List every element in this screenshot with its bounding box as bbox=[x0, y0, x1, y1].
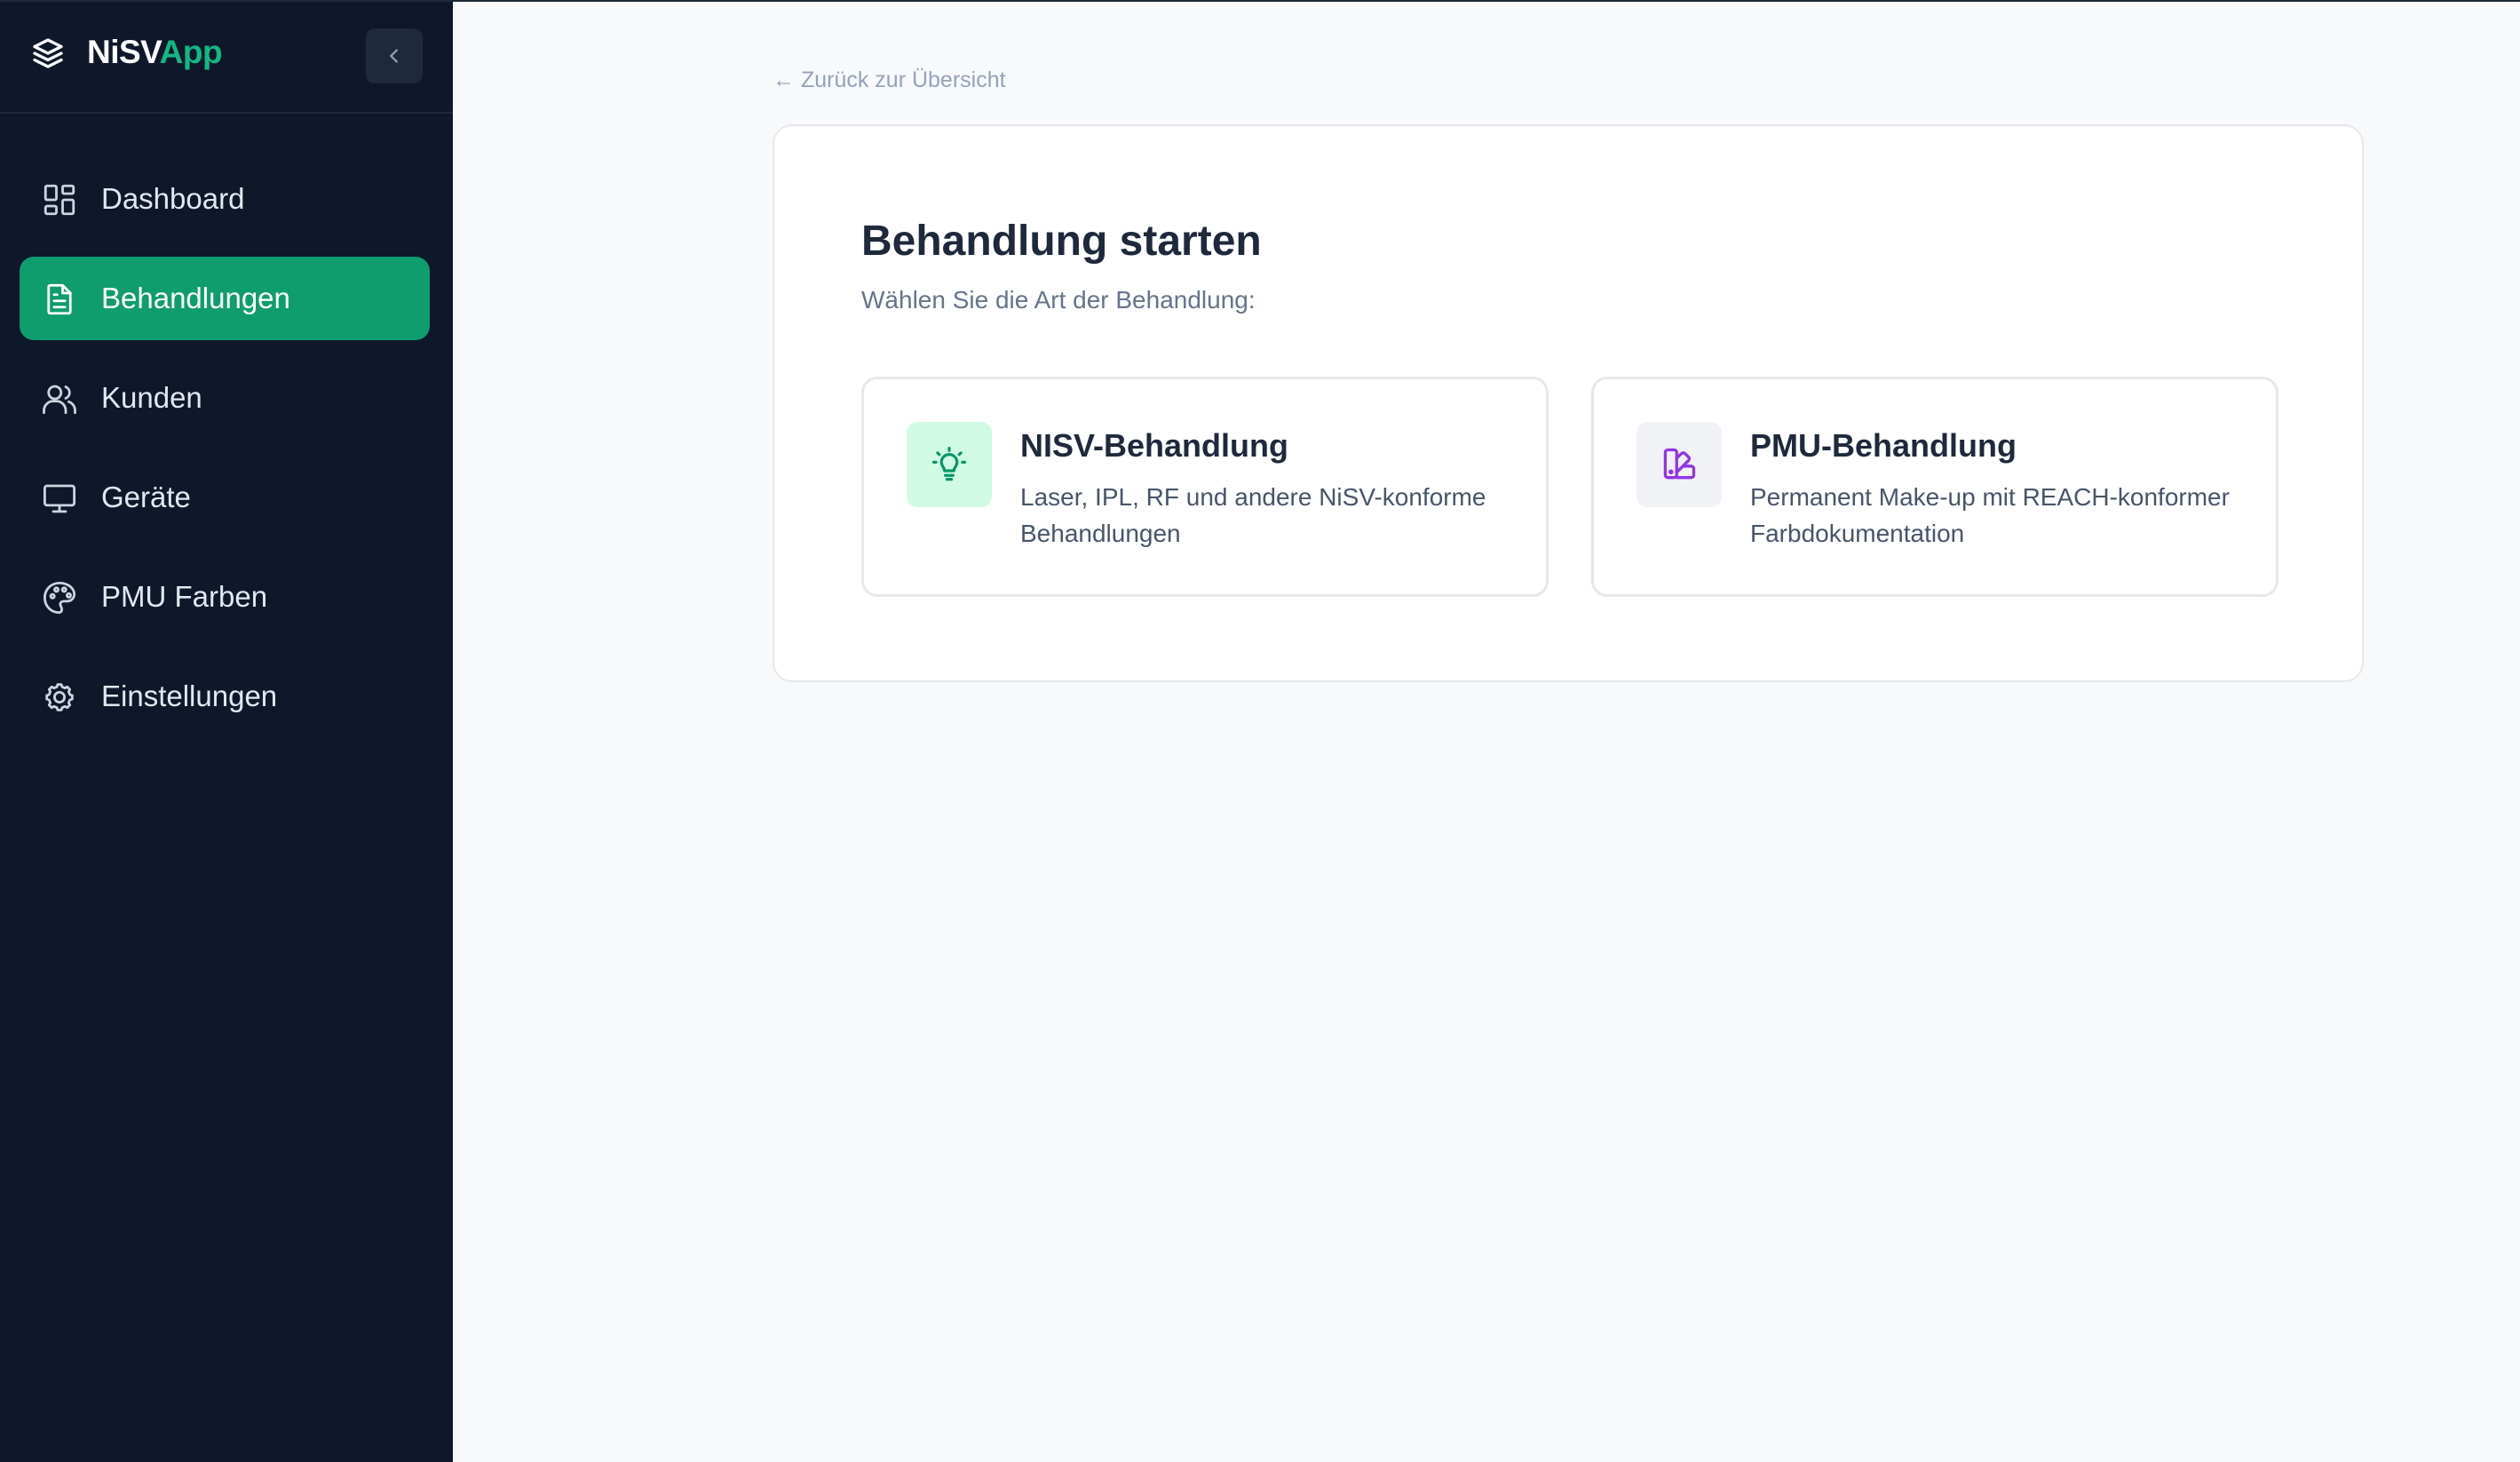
nisv-treatment-option[interactable]: NISV-Behandlung Laser, IPL, RF und ander… bbox=[861, 377, 1549, 597]
monitor-icon bbox=[43, 484, 76, 513]
sidebar-item-label: PMU Farben bbox=[101, 580, 268, 613]
users-icon bbox=[43, 385, 76, 415]
option-description: Permanent Make-up mit REACH-konformer Fa… bbox=[1750, 483, 2230, 547]
sidebar-item-label: Geräte bbox=[101, 481, 191, 513]
dashboard-icon bbox=[44, 184, 75, 216]
gear-icon bbox=[45, 683, 74, 711]
brand-main: NiSV bbox=[87, 34, 160, 70]
brand-header: NiSVApp bbox=[0, 0, 453, 114]
sidebar-item-einstellungen[interactable]: Einstellungen bbox=[20, 655, 430, 738]
sidebar-item-label: Einstellungen bbox=[101, 679, 278, 712]
sidebar-item-kunden[interactable]: Kunden bbox=[20, 356, 430, 440]
option-title: NISV-Behandlung bbox=[1020, 427, 1289, 464]
sidebar: NiSVApp Dashboard Behandlungen Kunden Ge… bbox=[0, 0, 453, 1462]
sidebar-item-label: Behandlungen bbox=[101, 282, 290, 314]
sidebar-item-geraete[interactable]: Geräte bbox=[20, 456, 430, 539]
sidebar-item-behandlungen[interactable]: Behandlungen bbox=[20, 257, 430, 340]
chevron-left-icon bbox=[390, 49, 398, 63]
layers-icon bbox=[33, 38, 63, 68]
sidebar-item-dashboard[interactable]: Dashboard bbox=[20, 157, 430, 241]
pmu-treatment-option[interactable]: PMU-Behandlung Permanent Make-up mit REA… bbox=[1591, 377, 2278, 597]
nisv-icon-tile bbox=[907, 422, 992, 507]
brand-accent: App bbox=[159, 34, 223, 70]
option-description: Laser, IPL, RF und andere NiSV-konforme … bbox=[1020, 483, 1486, 547]
sidebar-item-pmu-farben[interactable]: PMU Farben bbox=[20, 555, 430, 639]
back-to-overview-link[interactable]: ← Zurück zur Übersicht bbox=[773, 68, 1006, 93]
sidebar-item-label: Kunden bbox=[101, 381, 202, 414]
sidebar-item-label: Dashboard bbox=[101, 182, 245, 215]
page-subtitle: Wählen Sie die Art der Behandlung: bbox=[861, 286, 1256, 314]
window-top-border bbox=[0, 0, 2520, 2]
page-title: Behandlung starten bbox=[861, 218, 1262, 265]
lightbulb-icon bbox=[931, 447, 967, 481]
pmu-icon-tile bbox=[1636, 422, 1722, 507]
collapse-sidebar-button[interactable] bbox=[366, 28, 423, 83]
option-title: PMU-Behandlung bbox=[1750, 427, 2017, 464]
document-icon bbox=[47, 283, 72, 315]
app-logo-text[interactable]: NiSVApp bbox=[87, 34, 223, 71]
palette-icon bbox=[43, 581, 76, 615]
start-treatment-card: Behandlung starten Wählen Sie die Art de… bbox=[773, 124, 2364, 682]
swatch-icon bbox=[1663, 448, 1696, 480]
